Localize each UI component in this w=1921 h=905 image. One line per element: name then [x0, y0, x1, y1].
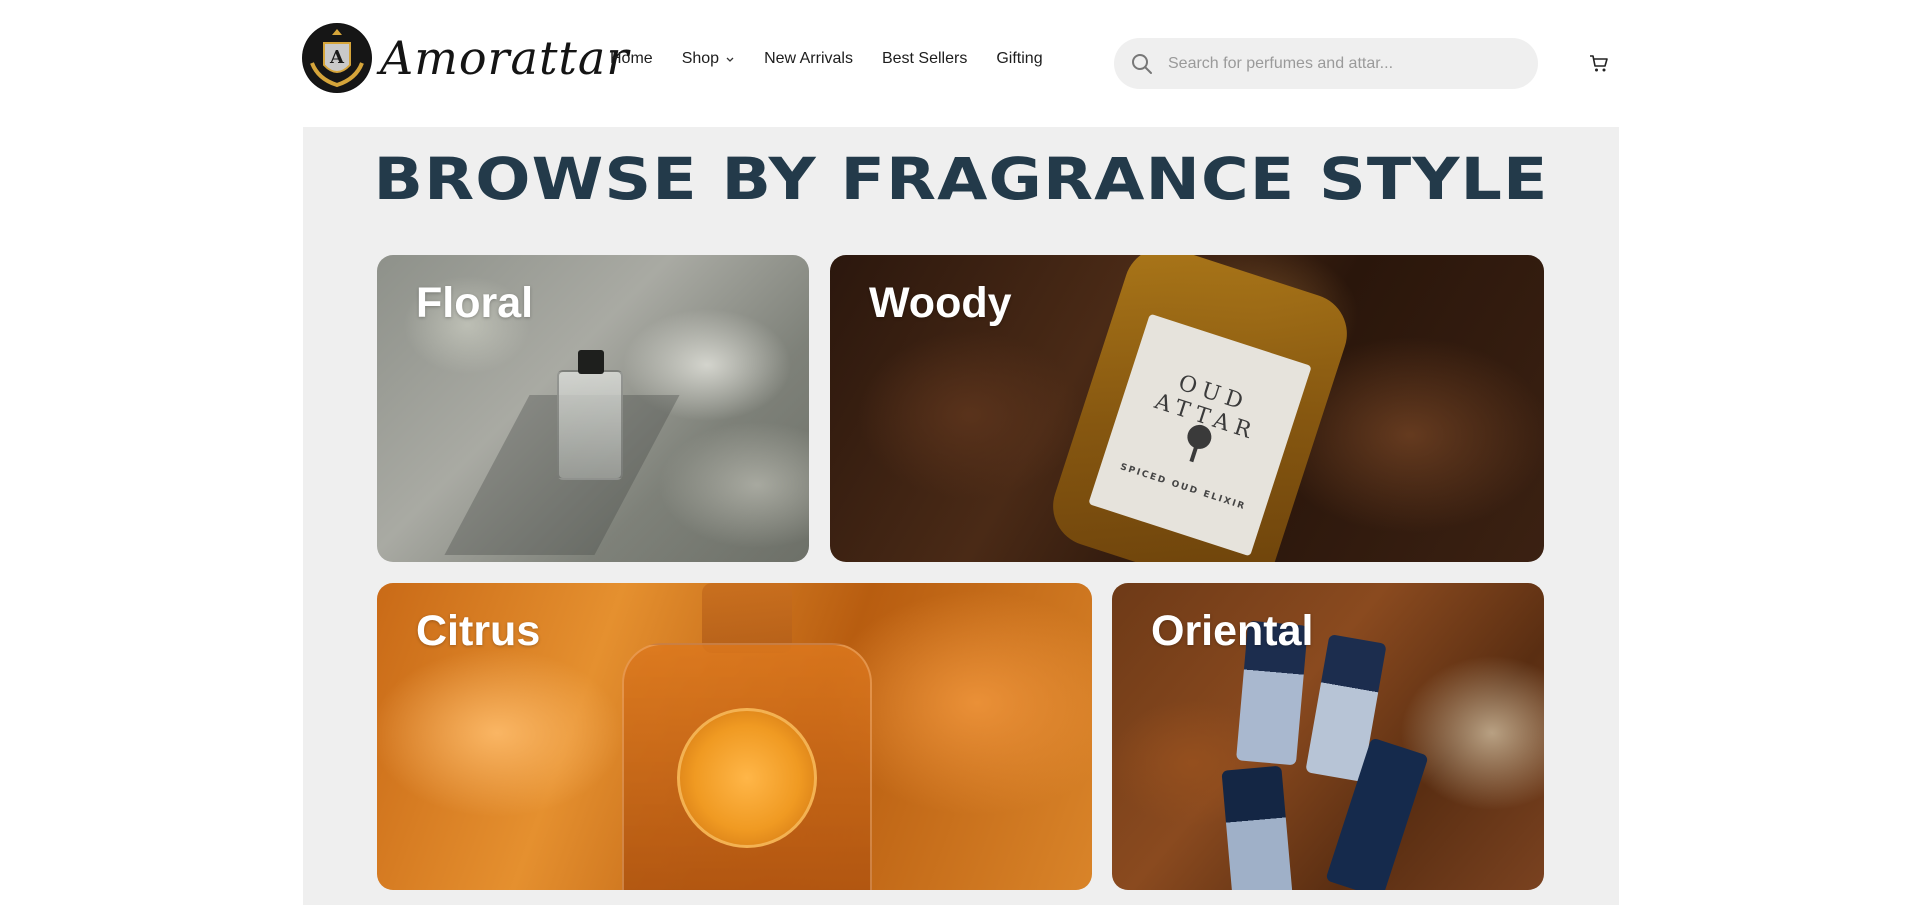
category-label-oriental: Oriental: [1151, 607, 1314, 655]
svg-text:A: A: [329, 47, 345, 68]
category-label-citrus: Citrus: [416, 607, 541, 655]
product-sublabel: SPICED OUD ELIXIR: [1118, 462, 1248, 513]
category-card-oriental[interactable]: Oriental: [1112, 583, 1544, 890]
cart-icon[interactable]: [1588, 52, 1610, 74]
tree-icon: [1174, 418, 1220, 470]
main-nav: Home Shop New Arrivals Best Sellers Gift…: [610, 50, 1072, 68]
category-card-floral[interactable]: Floral: [377, 255, 809, 562]
section-title: BROWSE BY FRAGRANCE STYLE: [373, 145, 1549, 213]
brand-logo-link[interactable]: A Amorattar: [302, 23, 629, 93]
category-card-citrus[interactable]: Citrus: [377, 583, 1092, 890]
search-input[interactable]: [1166, 53, 1526, 74]
crest-logo-icon: A: [302, 23, 372, 93]
chevron-down-icon: [725, 54, 735, 64]
nav-home[interactable]: Home: [610, 50, 653, 68]
nav-best-sellers[interactable]: Best Sellers: [882, 50, 967, 68]
nav-shop[interactable]: Shop: [682, 50, 735, 68]
site-header: A Amorattar Home Shop New Arrivals Best …: [0, 0, 1921, 126]
nav-new-arrivals[interactable]: New Arrivals: [764, 50, 853, 68]
search-icon[interactable]: [1130, 52, 1154, 76]
category-card-woody[interactable]: OUD ATTAR SPICED OUD ELIXIR Woody: [830, 255, 1544, 562]
nav-shop-label: Shop: [681, 50, 720, 67]
brand-wordmark: Amorattar: [380, 31, 630, 85]
nav-gifting[interactable]: Gifting: [996, 50, 1042, 68]
search-bar[interactable]: [1114, 38, 1538, 89]
fragrance-style-section: BROWSE BY FRAGRANCE STYLE Floral OUD ATT…: [303, 127, 1619, 905]
category-label-floral: Floral: [416, 279, 534, 327]
category-label-woody: Woody: [869, 279, 1012, 327]
